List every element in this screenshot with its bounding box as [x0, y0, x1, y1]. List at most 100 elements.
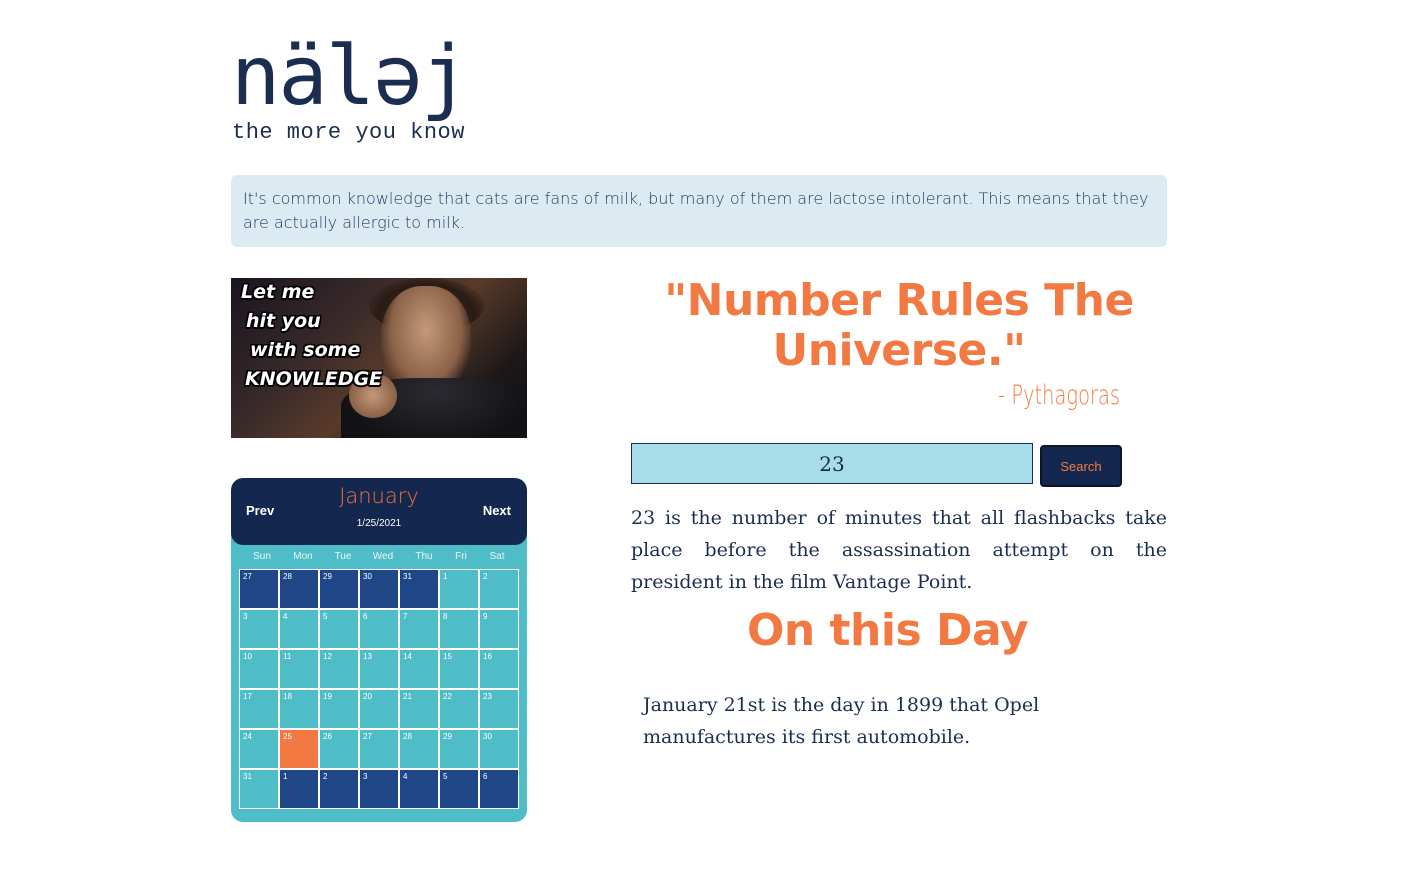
- meme-caption-line: with some: [250, 339, 361, 361]
- calendar-day[interactable]: 30: [479, 729, 519, 769]
- number-search-input[interactable]: [631, 443, 1033, 484]
- search-button[interactable]: Search: [1040, 445, 1122, 487]
- calendar-day[interactable]: 1: [439, 569, 479, 609]
- quote-author: - Pythagoras: [998, 380, 1120, 411]
- calendar-day-number: 30: [363, 572, 372, 581]
- calendar-day[interactable]: 13: [359, 649, 399, 689]
- calendar-day[interactable]: 12: [319, 649, 359, 689]
- calendar-day-number: 27: [363, 732, 372, 741]
- calendar-day[interactable]: 18: [279, 689, 319, 729]
- calendar-day-number: 7: [403, 612, 408, 621]
- calendar-day[interactable]: 10: [239, 649, 279, 689]
- calendar-day-number: 28: [283, 572, 292, 581]
- calendar-day-number: 9: [483, 612, 488, 621]
- calendar-day[interactable]: 6: [359, 609, 399, 649]
- calendar-day-number: 17: [243, 692, 252, 701]
- calendar-day-number: 25: [283, 732, 292, 741]
- calendar-day[interactable]: 20: [359, 689, 399, 729]
- fact-banner: It's common knowledge that cats are fans…: [231, 175, 1167, 247]
- calendar-day[interactable]: 5: [439, 769, 479, 809]
- calendar-day[interactable]: 27: [239, 569, 279, 609]
- calendar-day-number: 29: [443, 732, 452, 741]
- calendar-day-number: 5: [323, 612, 328, 621]
- calendar-day-number: 1: [443, 572, 448, 581]
- weekday-label: Mon: [293, 551, 313, 562]
- weekday-label: Tue: [334, 551, 352, 562]
- calendar-day[interactable]: 6: [479, 769, 519, 809]
- calendar-day[interactable]: 2: [479, 569, 519, 609]
- calendar-day-number: 23: [483, 692, 492, 701]
- calendar-day-number: 19: [323, 692, 332, 701]
- logo-tagline: the more you know: [232, 120, 465, 145]
- calendar-day-number: 1: [283, 772, 288, 781]
- calendar-day[interactable]: 27: [359, 729, 399, 769]
- calendar-day[interactable]: 24: [239, 729, 279, 769]
- calendar-day-number: 11: [283, 652, 292, 661]
- calendar-day[interactable]: 3: [359, 769, 399, 809]
- quote-text: "Number Rules The Universe.": [664, 275, 1134, 376]
- knowledge-meme-image: Let me hit you with some KNOWLEDGE: [231, 278, 527, 438]
- calendar-day[interactable]: 31: [239, 769, 279, 809]
- number-fact-text: 23 is the number of minutes that all fla…: [631, 507, 1167, 593]
- weekday-label: Fri: [455, 551, 467, 562]
- calendar-day[interactable]: 7: [399, 609, 439, 649]
- calendar-day[interactable]: 15: [439, 649, 479, 689]
- calendar-day[interactable]: 22: [439, 689, 479, 729]
- calendar-day-number: 4: [283, 612, 288, 621]
- calendar-day[interactable]: 26: [319, 729, 359, 769]
- weekday-label: Sun: [253, 551, 271, 562]
- calendar-day[interactable]: 28: [399, 729, 439, 769]
- calendar-day[interactable]: 9: [479, 609, 519, 649]
- calendar-day[interactable]: 31: [399, 569, 439, 609]
- on-this-day-text: January 21st is the day in 1899 that Ope…: [643, 694, 1040, 748]
- calendar-next-button[interactable]: Next: [483, 503, 511, 518]
- meme-caption: Let me hit you with some KNOWLEDGE: [241, 278, 382, 394]
- calendar-day-number: 24: [243, 732, 252, 741]
- calendar-day-number: 10: [243, 652, 252, 661]
- weekday-label: Thu: [415, 551, 433, 562]
- calendar-day-number: 13: [363, 652, 372, 661]
- calendar-day-number: 18: [283, 692, 292, 701]
- calendar-day[interactable]: 5: [319, 609, 359, 649]
- calendar-day[interactable]: 11: [279, 649, 319, 689]
- calendar-day-number: 6: [483, 772, 488, 781]
- weekday-label: Wed: [372, 551, 394, 562]
- calendar-day[interactable]: 28: [279, 569, 319, 609]
- calendar-day-selected[interactable]: 25: [279, 729, 319, 769]
- calendar: Prev January 1/25/2021 Next Sun Mon Tue …: [231, 478, 527, 822]
- calendar-day[interactable]: 23: [479, 689, 519, 729]
- calendar-day[interactable]: 16: [479, 649, 519, 689]
- on-this-day-title: On this Day: [746, 605, 1029, 656]
- calendar-day[interactable]: 19: [319, 689, 359, 729]
- calendar-header: Prev January 1/25/2021 Next: [231, 478, 527, 545]
- calendar-day-number: 22: [443, 692, 452, 701]
- calendar-day-number: 15: [443, 652, 452, 661]
- calendar-day-number: 20: [363, 692, 372, 701]
- calendar-day[interactable]: 8: [439, 609, 479, 649]
- calendar-day-number: 26: [323, 732, 332, 741]
- calendar-day[interactable]: 30: [359, 569, 399, 609]
- site-logo[interactable]: näləj the more you know: [231, 36, 531, 146]
- calendar-day[interactable]: 17: [239, 689, 279, 729]
- meme-caption-line: hit you: [246, 310, 321, 332]
- calendar-day-number: 16: [483, 652, 492, 661]
- logo-wordmark: näləj: [231, 29, 470, 124]
- calendar-day-number: 31: [243, 772, 252, 781]
- calendar-day-number: 29: [323, 572, 332, 581]
- calendar-day-number: 6: [363, 612, 368, 621]
- calendar-day[interactable]: 29: [319, 569, 359, 609]
- calendar-day[interactable]: 4: [279, 609, 319, 649]
- calendar-day[interactable]: 2: [319, 769, 359, 809]
- calendar-day-number: 8: [443, 612, 448, 621]
- calendar-day[interactable]: 21: [399, 689, 439, 729]
- calendar-day[interactable]: 4: [399, 769, 439, 809]
- calendar-day-number: 3: [243, 612, 248, 621]
- calendar-day[interactable]: 14: [399, 649, 439, 689]
- calendar-day[interactable]: 29: [439, 729, 479, 769]
- calendar-day-number: 21: [403, 692, 412, 701]
- calendar-day-number: 28: [403, 732, 412, 741]
- calendar-day-number: 12: [323, 652, 332, 661]
- calendar-day[interactable]: 3: [239, 609, 279, 649]
- calendar-selected-date: 1/25/2021: [356, 518, 402, 529]
- calendar-day[interactable]: 1: [279, 769, 319, 809]
